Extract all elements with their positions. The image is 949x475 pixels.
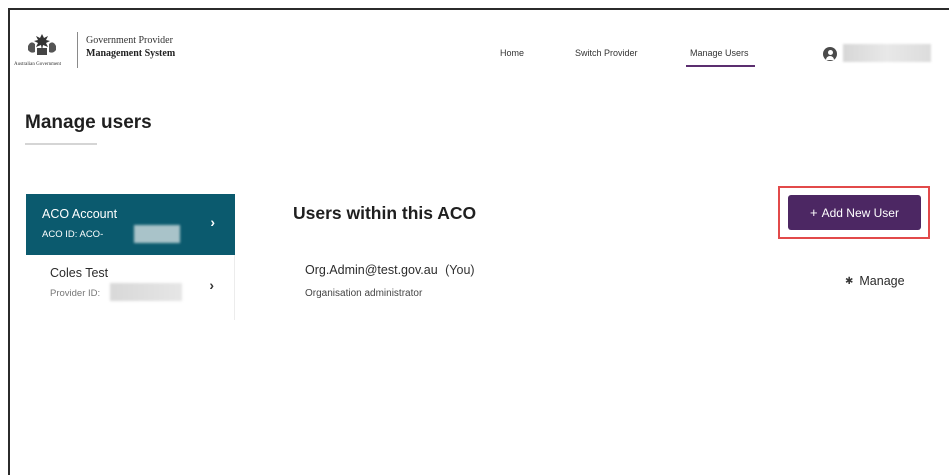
nav-switch-provider[interactable]: Switch Provider [575,48,638,58]
manage-label: Manage [859,274,905,288]
plus-icon: + [810,205,818,220]
sidebar-item-aco-account[interactable]: ACO Account ACO ID: ACO- › [26,194,235,255]
user-row: Org.Admin@test.gov.au (You) [305,263,475,277]
section-title: Users within this ACO [293,203,477,223]
logo-divider [77,32,78,68]
sidebar-item-id: Provider ID: [50,288,101,299]
coat-of-arms-icon: Australian Government [14,30,70,74]
account-sidebar: ACO Account ACO ID: ACO- › Coles Test Pr… [26,194,235,320]
title-underline [25,143,97,145]
sidebar-item-title: ACO Account [42,207,118,221]
sidebar-item-title: Coles Test [50,266,109,280]
redacted-id [110,283,182,301]
nav-home[interactable]: Home [500,48,524,58]
app-title-line1: Government Provider [86,35,173,46]
user-self-tag: (You) [445,263,475,277]
crest-graphic [28,34,56,55]
sidebar-item-id: ACO ID: ACO- [42,229,104,240]
active-nav-indicator [686,65,755,67]
redacted-id [134,225,180,243]
manage-user-link[interactable]: ✱ Manage [845,274,905,288]
add-new-user-label: Add New User [821,205,899,220]
government-logo[interactable]: Australian Government Government Provide… [14,30,184,74]
add-new-user-button[interactable]: + Add New User [788,195,921,230]
crest-caption: Australian Government [14,62,62,67]
user-circle-icon[interactable] [823,47,837,61]
chevron-right-icon: › [209,277,214,293]
user-role: Organisation administrator [305,288,423,299]
nav-manage-users[interactable]: Manage Users [690,48,749,58]
user-email: Org.Admin@test.gov.au [305,263,438,277]
gear-icon: ✱ [845,275,854,287]
page-title: Manage users [25,112,152,133]
chevron-right-icon: › [210,214,215,230]
sidebar-item-coles-test[interactable]: Coles Test Provider ID: › [26,255,235,320]
user-name-redacted[interactable] [843,44,931,62]
app-title-line2: Management System [86,48,176,59]
